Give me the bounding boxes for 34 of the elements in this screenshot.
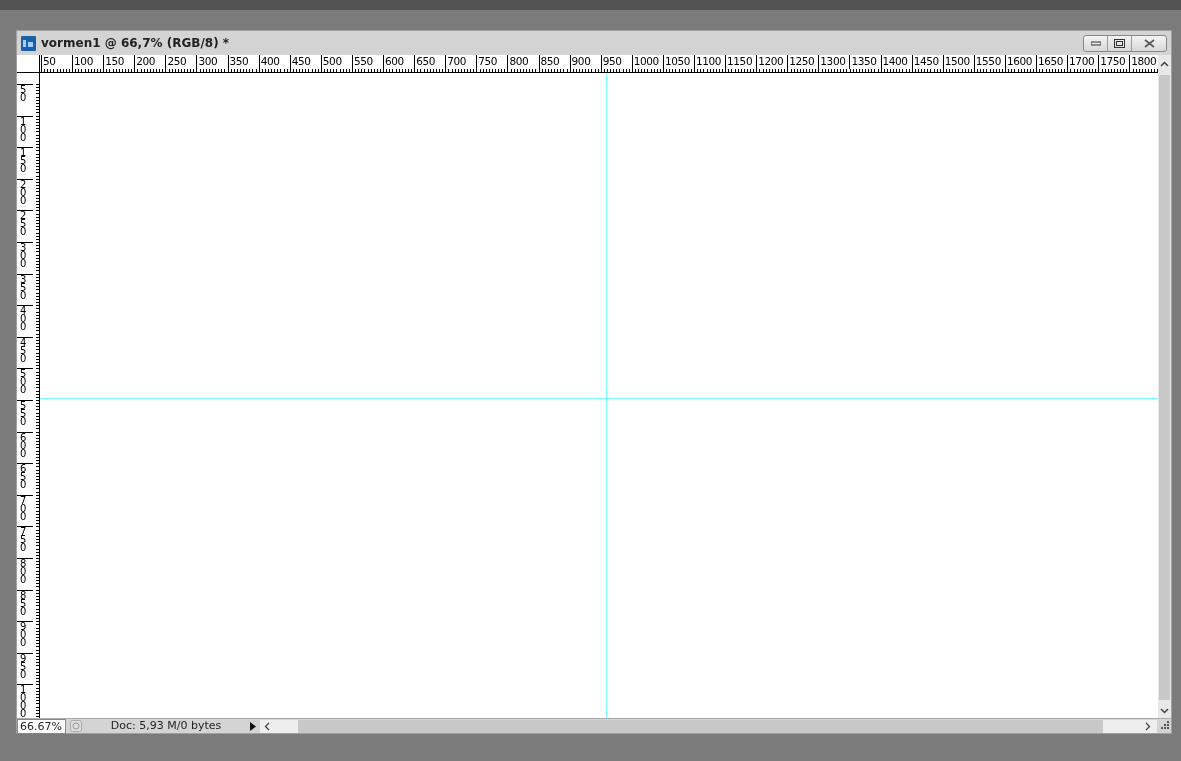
resize-grip-icon[interactable]: [1159, 721, 1169, 731]
app-icon: [21, 35, 36, 51]
minimize-icon: [1090, 40, 1101, 46]
window-title: vormen1 @ 66,7% (RGB/8) *: [41, 35, 230, 52]
ruler-label: 650: [20, 465, 28, 490]
ruler-label: 500: [20, 370, 28, 395]
scroll-up-icon[interactable]: [1160, 61, 1169, 67]
scroll-down-icon[interactable]: [1160, 708, 1169, 714]
scroll-right-icon[interactable]: [1145, 721, 1151, 731]
ruler-label: 300: [20, 243, 28, 268]
play-icon[interactable]: [249, 721, 257, 731]
restore-icon: [1114, 38, 1125, 48]
ruler-label: 600: [20, 433, 28, 458]
ruler-label: 1000: [20, 686, 28, 718]
ruler-label: 250: [20, 212, 28, 237]
ruler-label: 350: [20, 275, 28, 300]
ruler-label: 150: [20, 149, 28, 174]
scroll-left-icon[interactable]: [264, 721, 270, 731]
ruler-label: 1800: [1129, 55, 1158, 69]
zoom-field[interactable]: 66.67%: [17, 718, 66, 734]
ruler-label: 550: [20, 401, 28, 426]
ruler-label: 200: [20, 180, 28, 205]
ruler-label: 100: [20, 117, 28, 142]
ruler-label: 850: [20, 591, 28, 616]
ruler-label: 900: [20, 623, 28, 648]
ruler-label: 400: [20, 307, 28, 332]
ruler-label: 800: [20, 559, 28, 584]
ruler-label: 750: [20, 528, 28, 553]
ruler-label: 50: [20, 86, 28, 102]
ruler-label: 700: [20, 496, 28, 521]
ruler-label: 450: [20, 338, 28, 363]
ruler-label: 950: [20, 654, 28, 679]
document-info: Doc: 5,93 M/0 bytes: [109, 717, 223, 734]
close-icon: [1143, 38, 1155, 48]
